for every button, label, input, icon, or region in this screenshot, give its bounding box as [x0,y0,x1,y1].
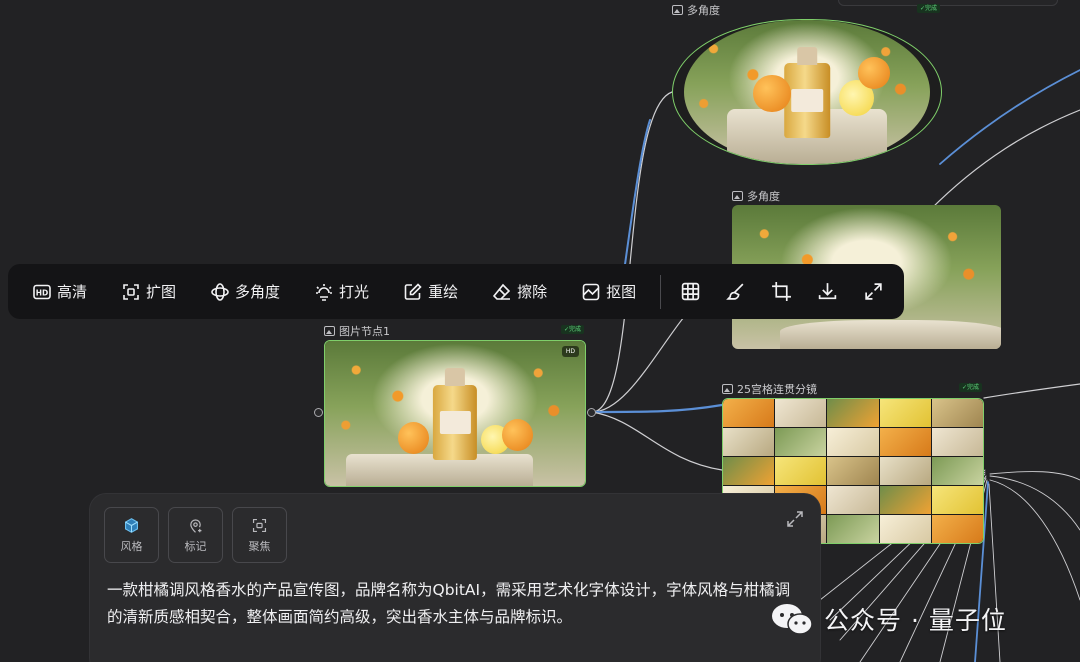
light-icon [316,283,333,301]
image-icon [732,191,743,201]
expand-icon [123,283,139,300]
wechat-logo-icon [772,604,813,635]
hd-button[interactable]: HD 高清 [28,275,91,309]
grid-thumbnail [827,399,879,427]
output-port[interactable] [587,408,596,417]
watermark: 公众号 · 量子位 [770,596,1007,642]
grid-thumbnail [775,457,827,485]
node-title: 25宫格连贯分镜 [722,381,817,397]
hd-tag[interactable]: HD [561,346,579,357]
redraw-button[interactable]: 重绘 [399,275,462,309]
grid-thumbnail [931,457,983,485]
edit-icon [404,282,422,300]
node-image: HD [324,340,586,487]
expand-panel-icon[interactable] [786,510,804,528]
focus-chip[interactable]: 聚焦 [232,507,287,563]
node-title: 多角度 [732,188,780,204]
node-title: 图片节点1 [324,323,390,339]
node-image [672,19,942,165]
grid-thumbnail [723,457,775,485]
eraser-icon [493,283,511,300]
status-badge: ✓完成 [560,325,584,334]
status-badge: ✓完成 [958,383,982,392]
grid-thumbnail [775,399,827,427]
input-port[interactable] [314,408,323,417]
grid-thumbnail [931,486,983,514]
grid-icon [681,282,699,301]
grid-thumbnail [723,399,775,427]
svg-text:HD: HD [36,288,49,297]
grid-thumbnail [931,515,983,543]
grid-thumbnail [827,486,879,514]
cube-icon [124,517,139,533]
multi-angle-button[interactable]: 多角度 [206,275,284,309]
image-node-multi-angle-top[interactable]: 多角度 ✓完成 [672,4,942,165]
image-icon [672,5,683,15]
grid-thumbnail [827,428,879,456]
toolbar-divider [660,274,662,309]
grid-thumbnail [879,486,931,514]
brush-icon [726,283,744,300]
cutout-button[interactable]: 抠图 [577,275,640,309]
expand-image-button[interactable]: 扩图 [117,275,180,309]
grid-thumbnail [879,399,931,427]
grid-thumbnail [879,515,931,543]
prompt-panel: 风格 标记 聚焦 一款柑橘调风格香水的产品宣传图，品牌名称为QbitAI，需采用… [90,494,820,662]
erase-button[interactable]: 擦除 [488,275,551,309]
grid-thumbnail [827,457,879,485]
image-icon [722,384,733,394]
grid-button[interactable] [675,275,705,309]
crop-icon [772,282,792,301]
style-chip[interactable]: 风格 [104,507,159,563]
grid-thumbnail [723,428,775,456]
fullscreen-button[interactable] [858,275,888,309]
grid-thumbnail [775,428,827,456]
node-title: 多角度 [672,2,720,18]
download-icon [818,283,837,300]
grid-thumbnail [827,515,879,543]
prompt-text[interactable]: 一款柑橘调风格香水的产品宣传图，品牌名称为QbitAI，需采用艺术化字体设计，字… [107,577,797,631]
crop-button[interactable] [767,275,797,309]
fullscreen-icon [864,283,882,300]
download-button[interactable] [812,275,842,309]
focus-icon [252,518,267,532]
status-badge: ✓完成 [916,4,940,13]
cutout-icon [582,283,600,300]
mark-chip[interactable]: 标记 [168,507,223,563]
grid-thumbnail [931,399,983,427]
grid-thumbnail [879,428,931,456]
relight-button[interactable]: 打光 [310,275,373,309]
grid-thumbnail [931,428,983,456]
hd-icon: HD [33,284,51,299]
image-toolbar: HD 高清 扩图 多角度 打光 重绘 擦除 抠图 [8,264,904,319]
image-icon [324,326,335,336]
brush-button[interactable] [721,275,751,309]
pin-icon [190,518,202,533]
rotate-3d-icon [211,282,229,301]
image-node-selected[interactable]: 图片节点1 ✓完成 HD [314,325,596,487]
top-bar-fragment [838,0,1058,6]
grid-thumbnail [879,457,931,485]
